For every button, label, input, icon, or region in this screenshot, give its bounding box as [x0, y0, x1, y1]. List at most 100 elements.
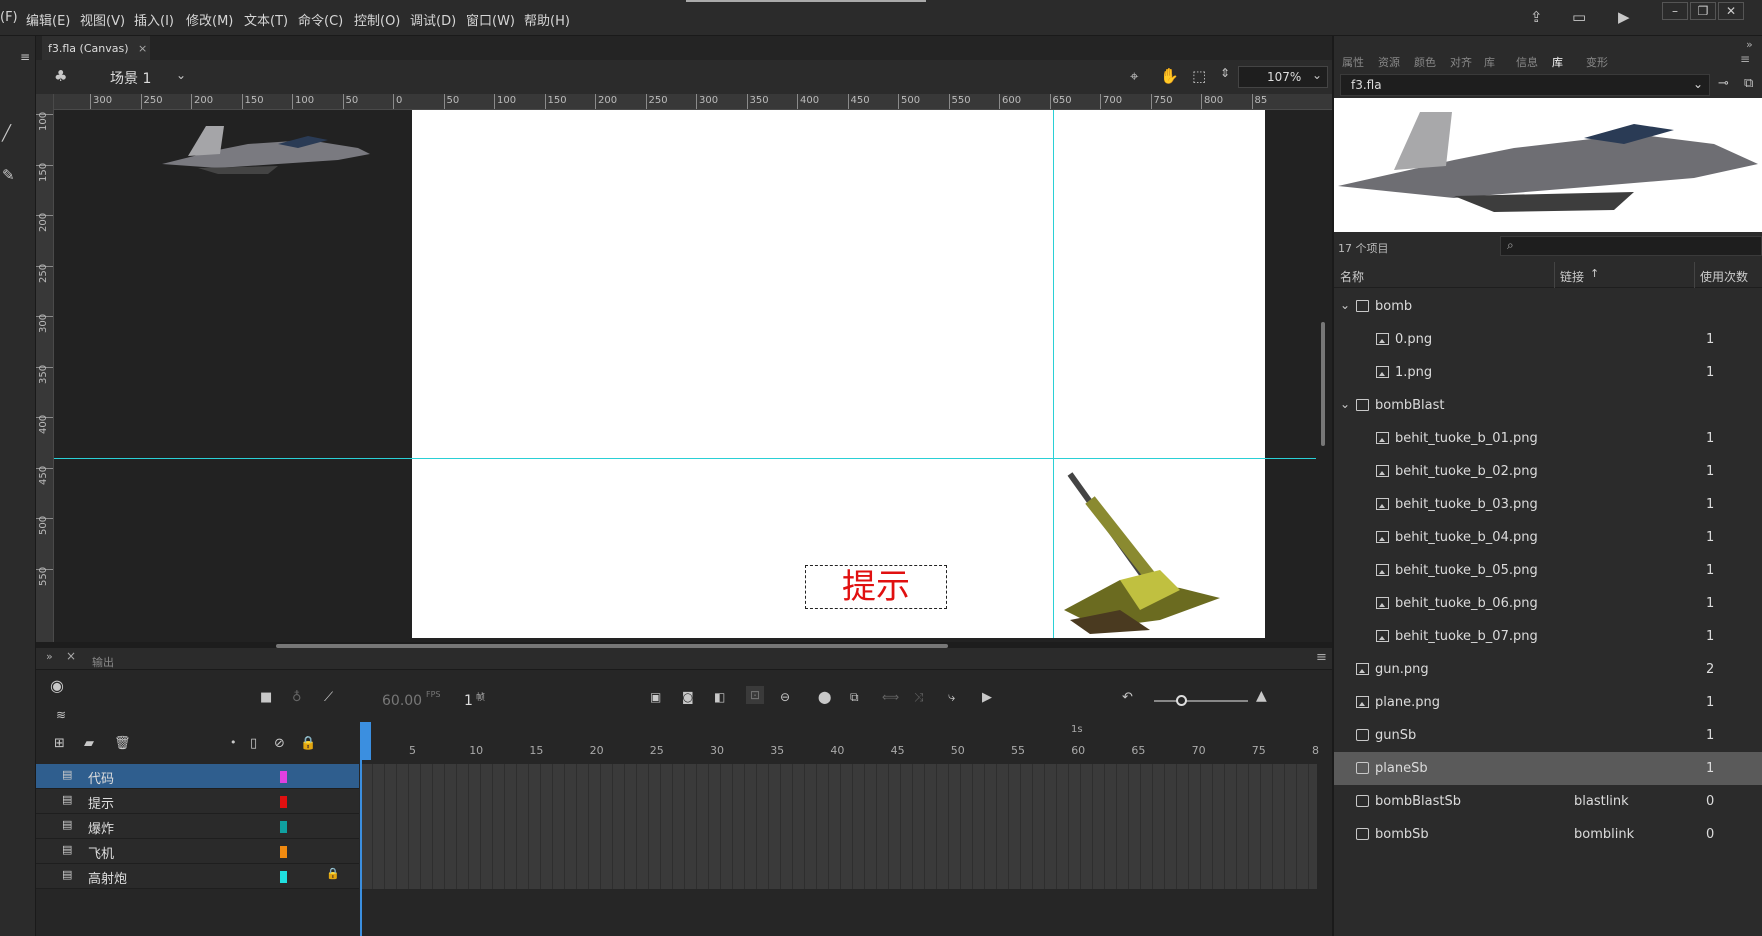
- library-search-input[interactable]: ⌕: [1500, 236, 1762, 256]
- guide-vertical[interactable]: [1053, 110, 1054, 638]
- timeline-menu-icon[interactable]: ≡: [1316, 650, 1327, 665]
- tab-assets[interactable]: 资源: [1378, 54, 1400, 70]
- menu-edit[interactable]: 编辑(E): [26, 10, 70, 29]
- visibility-icon[interactable]: ⊘: [274, 736, 285, 751]
- menu-file[interactable]: (F): [0, 10, 18, 25]
- library-item-row[interactable]: behit_tuoke_b_06.png 1: [1334, 587, 1762, 620]
- close-panel-icon[interactable]: ×: [66, 649, 76, 663]
- panel-toggle-icon[interactable]: ▭: [1572, 8, 1586, 26]
- restore-button[interactable]: ❐: [1690, 2, 1716, 20]
- library-folder-row[interactable]: ⌄ bombBlast: [1334, 389, 1762, 422]
- scene-icon[interactable]: ♣: [54, 67, 67, 85]
- library-item-row[interactable]: bombSb bomblink 0: [1334, 818, 1762, 851]
- library-item-row[interactable]: gun.png 2: [1334, 653, 1762, 686]
- layer-lock-icon[interactable]: 🔒: [326, 867, 340, 880]
- menu-command[interactable]: 命令(C): [298, 10, 343, 29]
- lock-icon[interactable]: 🔒: [300, 736, 316, 751]
- menu-insert[interactable]: 插入(I): [134, 10, 174, 29]
- snap-icon[interactable]: ⌖: [1130, 67, 1138, 85]
- output-tab[interactable]: 输出: [92, 654, 114, 670]
- minimize-button[interactable]: –: [1662, 2, 1688, 20]
- layer-row[interactable]: ▤ 提示: [36, 789, 359, 814]
- expand-chevron-icon[interactable]: ⌄: [1340, 397, 1350, 411]
- library-item-row[interactable]: bombBlastSb blastlink 0: [1334, 785, 1762, 818]
- share-icon[interactable]: ⇪: [1530, 8, 1543, 26]
- plane-image[interactable]: [158, 124, 372, 176]
- undo-zoom-icon[interactable]: ↶: [1122, 690, 1133, 705]
- library-item-row[interactable]: behit_tuoke_b_03.png 1: [1334, 488, 1762, 521]
- delete-layer-icon[interactable]: 🗑: [114, 736, 131, 751]
- library-item-row[interactable]: 1.png 1: [1334, 356, 1762, 389]
- tab-transform[interactable]: 变形: [1586, 54, 1608, 70]
- column-link[interactable]: 链接: [1560, 268, 1584, 285]
- insert-frame-icon[interactable]: ◧: [714, 690, 725, 704]
- gun-image[interactable]: [1060, 470, 1230, 634]
- zoom-dropdown-icon[interactable]: ⌄: [1312, 68, 1322, 82]
- library-item-row[interactable]: gunSb 1: [1334, 719, 1762, 752]
- zoom-stepper-icon[interactable]: ⇕: [1220, 66, 1230, 80]
- highlight-dot-icon[interactable]: •: [230, 736, 237, 749]
- library-item-row[interactable]: plane.png 1: [1334, 686, 1762, 719]
- layer-row[interactable]: ▤ 飞机: [36, 839, 359, 864]
- expand-chevron-icon[interactable]: ⌄: [1340, 298, 1350, 312]
- layer-color-swatch[interactable]: [280, 846, 287, 858]
- library-item-row[interactable]: 0.png 1: [1334, 323, 1762, 356]
- tab-properties[interactable]: 属性: [1342, 54, 1364, 70]
- close-tab-icon[interactable]: ×: [138, 42, 147, 55]
- hand-icon[interactable]: ✋: [1160, 67, 1179, 85]
- remove-frame-icon[interactable]: ⊖: [780, 690, 790, 704]
- vertical-scrollbar[interactable]: [1321, 322, 1325, 446]
- library-item-row[interactable]: behit_tuoke_b_02.png 1: [1334, 455, 1762, 488]
- menu-view[interactable]: 视图(V): [80, 10, 125, 29]
- hint-text[interactable]: 提示: [805, 565, 947, 609]
- new-layer-icon[interactable]: ⊞: [54, 736, 65, 751]
- graph-icon[interactable]: ⟋: [324, 690, 333, 705]
- layer-color-swatch[interactable]: [280, 871, 287, 883]
- clip-icon[interactable]: ⬚: [1192, 67, 1206, 85]
- chevron-down-icon[interactable]: ⌄: [176, 68, 186, 82]
- current-frame[interactable]: 1: [464, 693, 473, 709]
- layer-color-swatch[interactable]: [280, 796, 287, 808]
- close-button[interactable]: ✕: [1718, 2, 1744, 20]
- tab-library-1[interactable]: 库: [1484, 54, 1495, 70]
- pin-library-icon[interactable]: ⊸: [1718, 76, 1729, 91]
- layer-row[interactable]: ▤ 高射炮 🔒: [36, 864, 359, 889]
- frame-ruler[interactable]: 1s 5 10 15 20 25 30 35 40 45 50 55 60 65 70 75 8: [361, 722, 1319, 764]
- outline-icon[interactable]: ▯: [250, 736, 257, 751]
- frame-grid[interactable]: [361, 764, 1317, 889]
- layer-row[interactable]: ▤ 代码: [36, 764, 359, 789]
- menu-debug[interactable]: 调试(D): [410, 10, 456, 29]
- library-item-row[interactable]: behit_tuoke_b_04.png 1: [1334, 521, 1762, 554]
- layer-color-swatch[interactable]: [280, 821, 287, 833]
- column-usage[interactable]: 使用次数: [1700, 268, 1748, 285]
- tab-color[interactable]: 颜色: [1414, 54, 1436, 70]
- panel-menu-icon[interactable]: ≡: [1740, 52, 1750, 66]
- library-item-row[interactable]: behit_tuoke_b_01.png 1: [1334, 422, 1762, 455]
- play-icon[interactable]: ▶: [982, 690, 992, 705]
- delete-frame-icon[interactable]: ⊡: [746, 686, 765, 704]
- timeline-zoom-thumb[interactable]: [1176, 695, 1187, 706]
- scene-label[interactable]: 场景 1: [110, 68, 151, 88]
- insert-keyframe-icon[interactable]: ▣: [650, 690, 661, 704]
- library-item-row[interactable]: behit_tuoke_b_05.png 1: [1334, 554, 1762, 587]
- layer-row[interactable]: ▤ 爆炸: [36, 814, 359, 839]
- menu-control[interactable]: 控制(O): [354, 10, 400, 29]
- menu-help[interactable]: 帮助(H): [524, 10, 570, 29]
- edit-multiple-icon[interactable]: ⧉: [850, 690, 859, 705]
- document-tab[interactable]: f3.fla (Canvas) ×: [42, 36, 150, 60]
- pin-tool-icon[interactable]: ✎: [2, 166, 15, 184]
- layer-depth-icon[interactable]: ≋: [56, 708, 66, 722]
- panel-menu-icon[interactable]: ≡: [20, 50, 30, 64]
- new-folder-icon[interactable]: ▰: [84, 736, 94, 751]
- menu-text[interactable]: 文本(T): [244, 10, 288, 29]
- tab-align[interactable]: 对齐: [1450, 54, 1472, 70]
- camera-icon[interactable]: ■: [260, 690, 272, 705]
- tab-library[interactable]: 库: [1552, 54, 1563, 70]
- library-item-row[interactable]: behit_tuoke_b_07.png 1: [1334, 620, 1762, 653]
- test-movie-icon[interactable]: ▶: [1618, 8, 1630, 26]
- insert-blank-keyframe-icon[interactable]: ◙: [682, 690, 694, 704]
- new-library-panel-icon[interactable]: ⧉: [1744, 76, 1753, 91]
- mountain-zoom-icon[interactable]: ▲: [1256, 688, 1267, 704]
- library-item-row[interactable]: planeSb 1: [1334, 752, 1762, 785]
- layer-color-swatch[interactable]: [280, 771, 287, 783]
